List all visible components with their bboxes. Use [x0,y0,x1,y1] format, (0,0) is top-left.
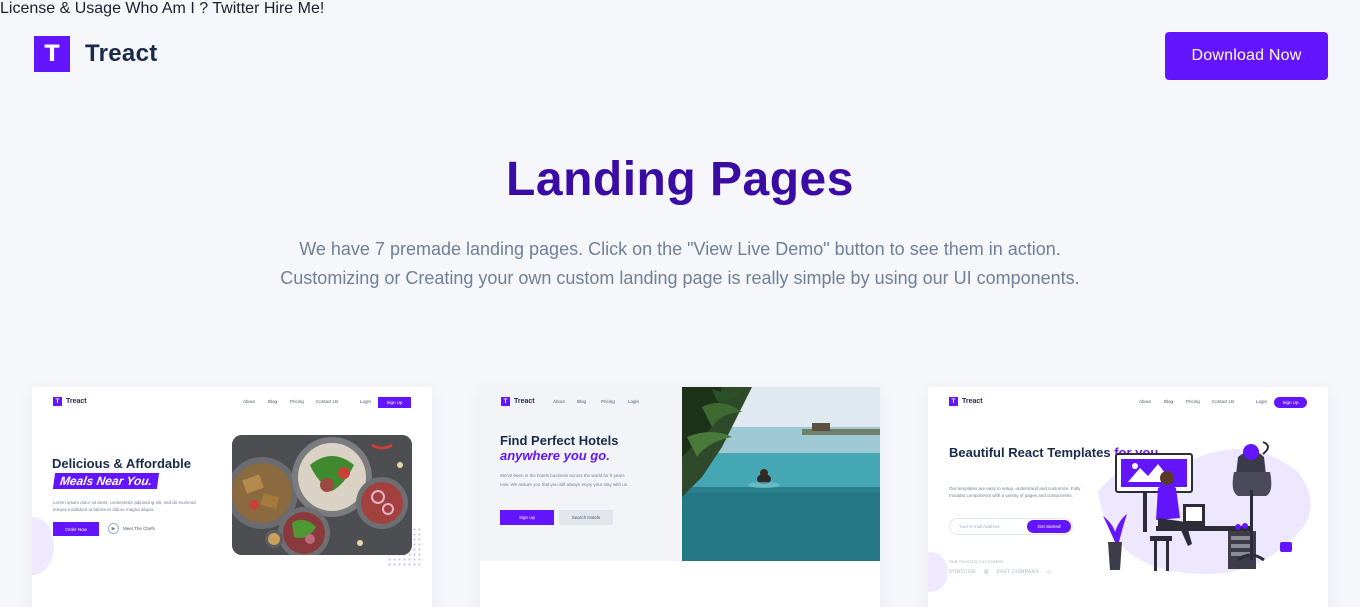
customer-logo-mark: ▭ [1046,569,1052,575]
nav-who-am-i[interactable]: Who Am I ? [125,0,208,17]
preview-link: Login [360,399,372,404]
preview-logo: T Treact [53,397,87,406]
preview-logo: T Treact [949,397,983,406]
preview-text: Lorem ipsum dolor sit amet, consectetur … [53,500,196,512]
landing-page-card-restaurant[interactable]: T Treact About Blog Pricing Contact Us L… [32,387,432,607]
description-line-1: We have 7 premade landing pages. Click o… [299,239,1061,259]
preview-logo-icon: T [501,397,510,406]
preview-order-button: Order Now [53,522,99,536]
customer-logo: FAST COMPANY [996,569,1039,575]
preview-nav: T Treact About Blog Pricing Contact Us L… [53,397,411,411]
developer-illustration [1088,432,1318,592]
preview-search-button: Search Hotels [559,510,613,525]
preview-link: Contact Us [1212,399,1235,404]
preview-link: Blog [1164,399,1174,404]
preview-customer-logos: FORTUNE ▥ FAST COMPANY ▭ [949,569,1052,575]
nav-hire-me[interactable]: Hire Me! [264,0,324,17]
food-image [232,435,412,555]
customer-logo-mark: ▥ [983,569,989,575]
preview-logo-text: Treact [962,398,983,405]
preview-meet-chefs: ▶ Meet The Chefs [108,523,155,534]
landing-page-card-hotel[interactable]: T Treact About Blog Pricing Login Find P… [480,387,880,607]
preview-heading: Find Perfect Hotels [500,433,619,448]
preview-signup-button: Sign Up [1274,397,1307,408]
preview-link: About [1139,399,1151,404]
decor-blob [32,517,54,575]
preview-nav: T Treact About Blog Pricing Login [501,397,671,411]
preview-text: Our templates are easy to setup, underst… [949,486,1081,498]
preview-link: Blog [268,399,278,404]
site-logo[interactable]: T Treact [34,36,158,72]
customer-logo: FORTUNE [949,569,976,575]
logo-text: Treact [85,40,158,67]
preview-link: Pricing [1186,399,1200,404]
hotel-image [682,387,880,561]
preview-signup-button: Sign Up [500,510,554,525]
play-icon: ▶ [108,523,119,534]
landing-page-card-saas[interactable]: T Treact About Blog Pricing Contact Us L… [928,387,1328,607]
preview-link: About [243,399,255,404]
logo-icon: T [34,36,70,72]
page-title: Landing Pages [506,153,854,206]
preview-text: We've been in the hotels business across… [500,473,629,487]
preview-heading: Delicious & Affordable [52,456,191,471]
preview-heading-text: Beautiful React Templates [949,445,1111,460]
preview-logo-text: Treact [514,398,535,405]
download-now-button[interactable]: Download Now [1165,32,1328,80]
page-description: We have 7 premade landing pages. Click o… [0,235,1360,293]
description-line-2: Customizing or Creating your own custom … [280,268,1080,288]
preview-link: Login [628,399,640,404]
preview-get-started-button: Get Started [1027,520,1071,533]
preview-signup-button: Sign Up [378,397,411,408]
main-nav: License & Usage Who Am I ? Twitter Hire … [0,0,1360,18]
preview-highlight: anywhere you go. [500,448,610,463]
preview-highlight: Meals Near You. [52,473,160,489]
preview-meet-chefs-label: Meet The Chefs [123,526,155,531]
preview-link: Blog [577,399,587,404]
preview-logo-icon: T [53,397,62,406]
preview-logo: T Treact [501,397,535,406]
decor-blob [928,552,948,592]
preview-logo-text: Treact [66,398,87,405]
preview-logo-icon: T [949,397,958,406]
nav-license-usage[interactable]: License & Usage [0,0,121,17]
preview-link: Pricing [290,399,304,404]
preview-link: Login [1256,399,1268,404]
preview-link: Contact Us [316,399,339,404]
preview-trusted-label: OUR TRUSTED CUSTOMERS [949,560,1004,564]
nav-twitter[interactable]: Twitter [212,0,259,17]
preview-link: About [553,399,565,404]
preview-nav: T Treact About Blog Pricing Contact Us L… [949,397,1307,411]
preview-link: Pricing [601,399,615,404]
